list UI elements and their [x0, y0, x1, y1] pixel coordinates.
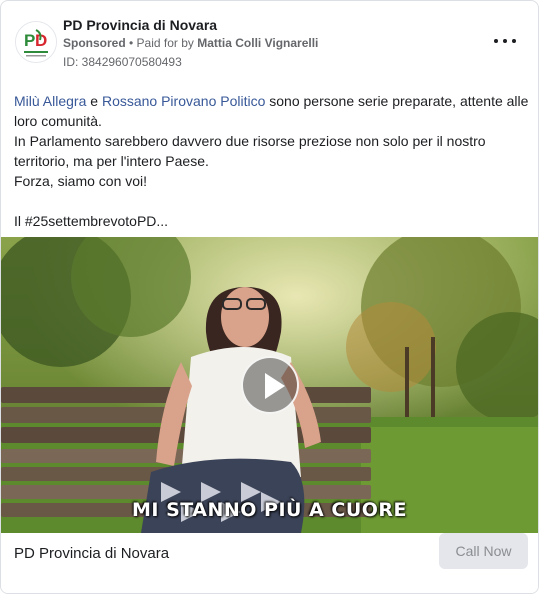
post-header: P D PD Provincia di Novara Sponsored • P… [13, 13, 526, 71]
ad-id: ID: 384296070580493 [63, 55, 182, 69]
ad-card: P D PD Provincia di Novara Sponsored • P… [0, 0, 539, 594]
svg-text:D: D [35, 31, 47, 50]
and-word: e [86, 93, 102, 109]
ad-footer: PD Provincia di Novara Call Now [1, 533, 538, 593]
body-paragraph-1: Milù Allegra e Rossano Pirovano Politico… [14, 91, 529, 131]
post-body: Milù Allegra e Rossano Pirovano Politico… [14, 91, 529, 231]
body-line-3: Forza, siamo con voi! [14, 173, 148, 189]
svg-text:P: P [24, 31, 35, 50]
body-line-4[interactable]: Il #25settembrevotoPD... [14, 211, 529, 231]
mention-rossano-pirovano[interactable]: Rossano Pirovano Politico [102, 93, 265, 109]
pd-logo-icon: P D [16, 22, 56, 62]
video-player[interactable]: MI STANNO PIÙ A CUORE [1, 237, 538, 533]
call-now-button[interactable]: Call Now [439, 533, 528, 569]
sponsored-label: Sponsored [63, 36, 126, 50]
sponsored-line: Sponsored • Paid for by Mattia Colli Vig… [63, 36, 318, 50]
body-line-2: In Parlamento sarebbero davvero due riso… [14, 133, 486, 169]
play-icon[interactable] [241, 356, 299, 414]
more-options-icon[interactable] [494, 35, 516, 47]
paid-for-prefix: Paid for by [136, 36, 198, 50]
page-name-link[interactable]: PD Provincia di Novara [63, 17, 217, 33]
video-caption: MI STANNO PIÙ A CUORE [131, 499, 408, 521]
footer-page-name[interactable]: PD Provincia di Novara [14, 545, 169, 562]
paid-for-name: Mattia Colli Vignarelli [197, 36, 319, 50]
page-avatar[interactable]: P D [15, 21, 57, 63]
meta-separator: • [125, 36, 137, 50]
mention-milu-allegra[interactable]: Milù Allegra [14, 93, 86, 109]
